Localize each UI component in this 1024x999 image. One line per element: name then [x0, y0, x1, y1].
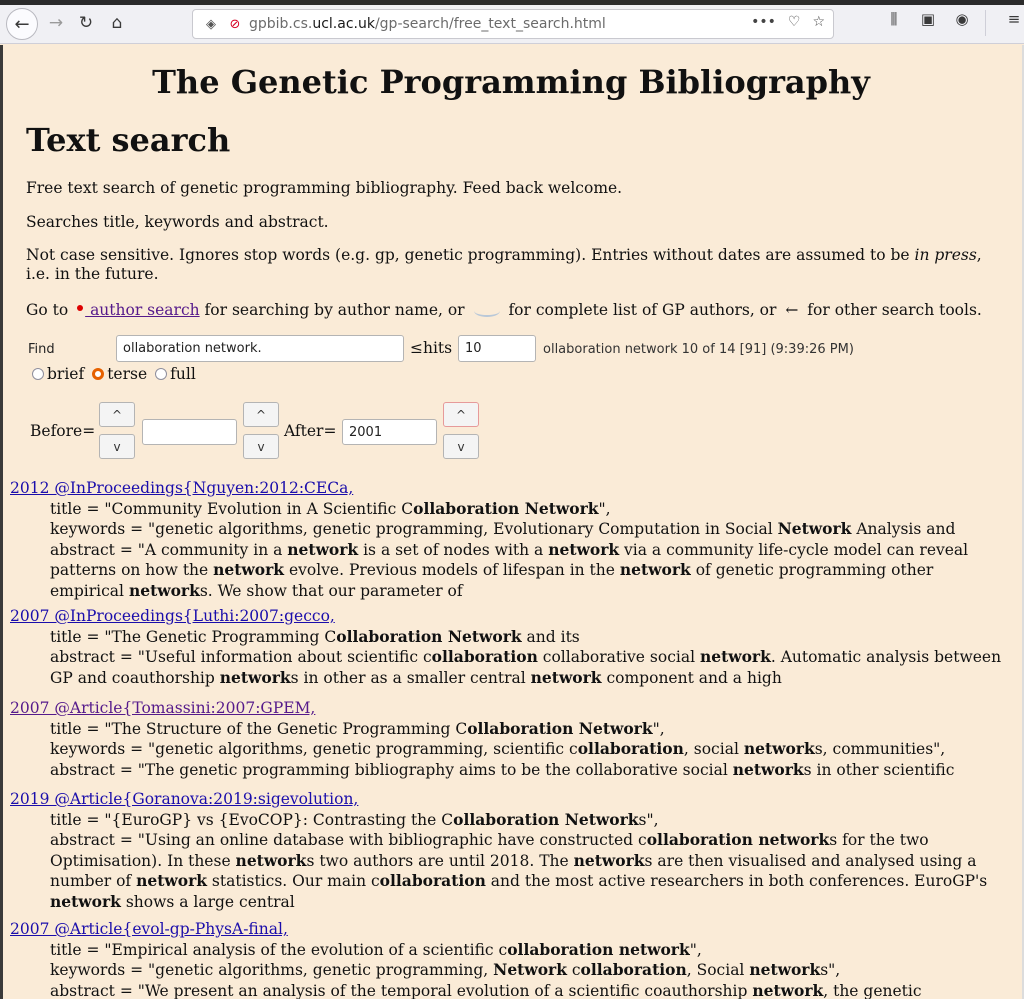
result-field-line: keywords = "genetic algorithms, genetic …	[50, 739, 946, 758]
hits-input[interactable]	[458, 335, 536, 362]
result-field-line: abstract = "A community in a network is …	[50, 539, 969, 559]
result-field-line: abstract = "We present an analysis of th…	[50, 980, 922, 999]
author-list-icon[interactable]	[473, 305, 500, 317]
radio-terse[interactable]: terse	[92, 365, 147, 383]
before-right-up-button[interactable]: ^	[243, 402, 279, 427]
author-search-link[interactable]: author search	[85, 301, 200, 319]
url-text: gpbib.cs.ucl.ac.uk/gp-search/free_text_s…	[249, 16, 606, 32]
after-down-button[interactable]: v	[443, 434, 479, 459]
page-title: The Genetic Programming Bibliography	[152, 63, 870, 101]
result-link[interactable]: 2019 @Article{Goranova:2019:sigevolution…	[10, 790, 358, 808]
search-status: ollaboration network 10 of 14 [91] (9:39…	[543, 342, 854, 357]
before-label: Before=	[30, 422, 96, 440]
before-right-down-button[interactable]: v	[243, 434, 279, 459]
page-content: The Genetic Programming Bibliography Tex…	[0, 45, 1022, 999]
menu-icon[interactable]: ≡	[1004, 10, 1024, 28]
browser-toolbar: ← → ↻ ⌂ ◈ ⊘ gpbib.cs.ucl.ac.uk/gp-search…	[0, 0, 1024, 44]
result-entry: 2007 @InProceedings{Luthi:2007:gecco, tit…	[10, 607, 1020, 688]
intro-text-2: Searches title, keywords and abstract.	[26, 213, 329, 231]
intro-text-1: Free text search of genetic programming …	[26, 179, 623, 197]
result-link[interactable]: 2007 @Article{Tomassini:2007:GPEM,	[10, 699, 315, 717]
result-field-line: empirical networks. We show that our par…	[50, 580, 463, 600]
before-left-up-button[interactable]: ^	[99, 402, 135, 427]
reload-icon[interactable]: ↻	[72, 9, 100, 37]
radio-full-circle[interactable]	[155, 368, 168, 380]
back-arrow-link-icon[interactable]: ←	[785, 301, 798, 319]
intro-text-3: Not case sensitive. Ignores stop words (…	[26, 246, 982, 283]
result-field-line: patterns on how the network evolve. Prev…	[50, 560, 934, 579]
goto-text: Go to author search for searching by aut…	[26, 301, 982, 319]
bookmark-star-icon[interactable]: ☆	[812, 14, 825, 30]
result-field-line: abstract = "Useful information about sci…	[50, 647, 1002, 666]
radio-full[interactable]: full	[155, 365, 196, 383]
result-link[interactable]: 2007 @InProceedings{Luthi:2007:gecco,	[10, 607, 335, 625]
insecure-lock-icon[interactable]: ⊘	[227, 17, 243, 32]
window-topline	[0, 0, 1024, 5]
format-radio-group: brief terse full	[32, 365, 204, 383]
address-bar[interactable]: ◈ ⊘ gpbib.cs.ucl.ac.uk/gp-search/free_te…	[192, 9, 834, 39]
forward-arrow-icon[interactable]: →	[42, 9, 70, 37]
result-field-line: GP and coauthorship networks in other as…	[50, 667, 782, 687]
toolbar-separator	[985, 10, 986, 36]
shield-icon[interactable]: ◈	[203, 17, 219, 32]
hits-label: ≤hits	[410, 339, 453, 357]
find-input[interactable]	[116, 335, 404, 362]
result-field-line: Optimisation). In these networks two aut…	[50, 850, 977, 870]
result-field-line: network shows a large central	[50, 891, 295, 911]
result-field-line: title = "The Genetic Programming Collabo…	[50, 626, 580, 646]
red-dot-icon	[77, 305, 84, 311]
result-field-line: number of network statistics. Our main c…	[50, 871, 988, 890]
after-up-button[interactable]: ^	[443, 402, 479, 427]
radio-terse-circle[interactable]	[92, 368, 105, 380]
before-input[interactable]	[142, 419, 237, 445]
result-field-line: keywords = "genetic algorithms, genetic …	[50, 519, 956, 538]
after-label: After=	[284, 422, 337, 440]
radio-brief-circle[interactable]	[32, 368, 44, 380]
sidebar-icon[interactable]: ▣	[918, 10, 938, 28]
result-entry: 2019 @Article{Goranova:2019:sigevolution…	[10, 790, 1020, 912]
result-link[interactable]: 2007 @Article{evol-gp-PhysA-final,	[10, 920, 288, 938]
pocket-icon[interactable]: ♡	[788, 14, 801, 30]
after-input[interactable]	[342, 419, 437, 445]
result-entry: 2007 @Article{evol-gp-PhysA-final, title …	[10, 920, 1020, 999]
account-icon[interactable]: ◉	[952, 10, 972, 28]
result-field-line: abstract = "Using an online database wit…	[50, 830, 929, 849]
page-actions-icon[interactable]: •••	[751, 14, 776, 30]
result-field-line: title = "The Structure of the Genetic Pr…	[50, 718, 665, 738]
result-field-line: title = "Empirical analysis of the evolu…	[50, 939, 702, 959]
section-heading: Text search	[26, 121, 231, 159]
before-left-down-button[interactable]: v	[99, 434, 135, 459]
library-icon[interactable]: ⫼	[884, 10, 904, 28]
radio-brief[interactable]: brief	[32, 365, 84, 383]
result-field-line: title = "{EuroGP} vs {EvoCOP}: Contrasti…	[50, 809, 659, 829]
result-entry: 2012 @InProceedings{Nguyen:2012:CECa, tit…	[10, 479, 1020, 601]
home-icon[interactable]: ⌂	[103, 9, 131, 37]
result-link[interactable]: 2012 @InProceedings{Nguyen:2012:CECa,	[10, 479, 353, 497]
result-field-line: abstract = "The genetic programming bibl…	[50, 759, 955, 779]
back-arrow-icon[interactable]: ←	[6, 8, 38, 40]
result-entry: 2007 @Article{Tomassini:2007:GPEM, title …	[10, 699, 1020, 780]
result-field-line: title = "Community Evolution in A Scient…	[50, 498, 611, 518]
find-label: Find	[28, 342, 55, 357]
result-field-line: keywords = "genetic algorithms, genetic …	[50, 960, 841, 979]
